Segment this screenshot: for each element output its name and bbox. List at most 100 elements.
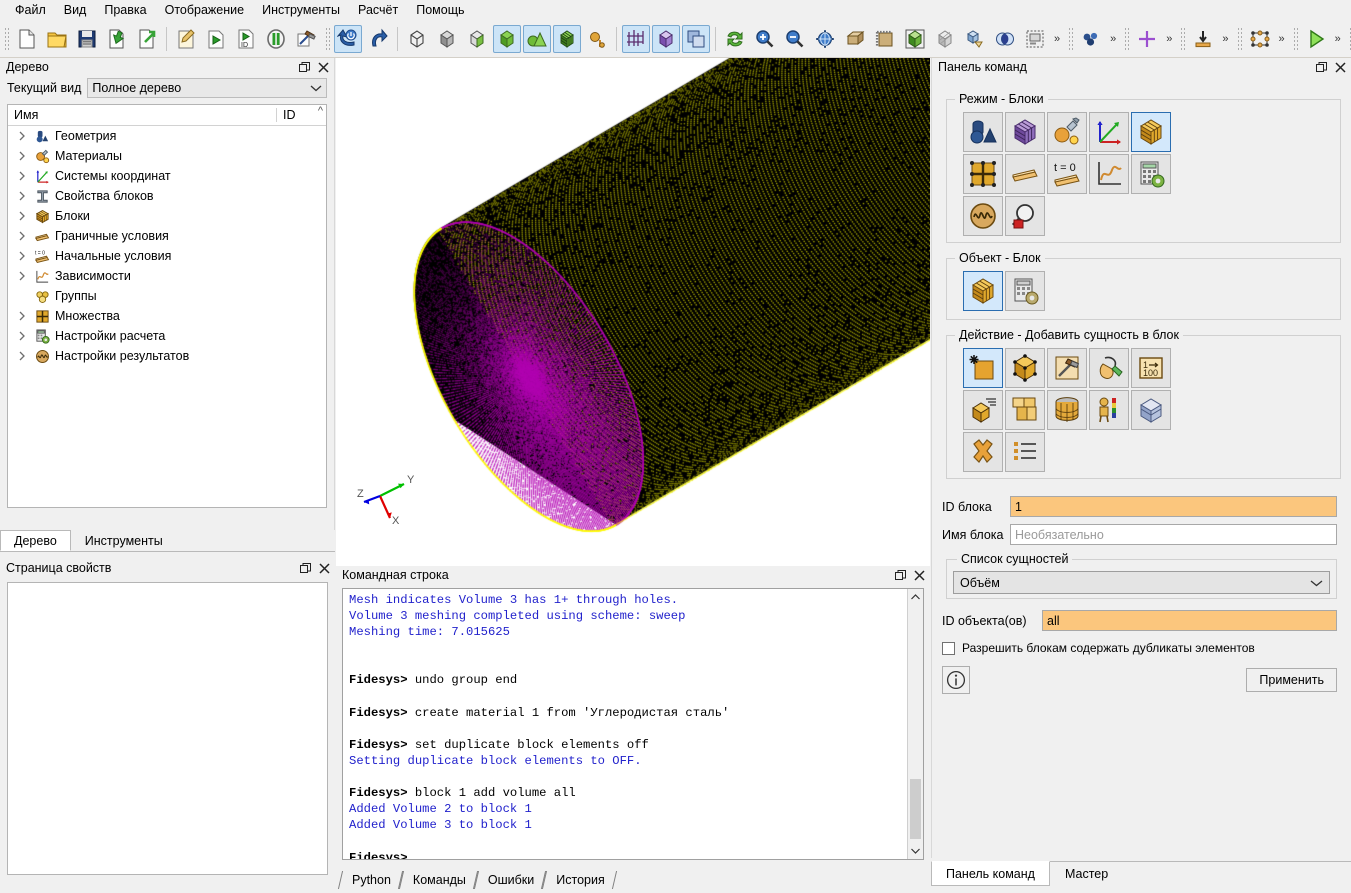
- command-panel-close-icon[interactable]: [1332, 60, 1348, 75]
- toolbar-overflow-2[interactable]: »: [1106, 33, 1120, 45]
- toolbar-grip-3[interactable]: [1067, 26, 1074, 52]
- chevron-right-icon[interactable]: [18, 251, 32, 261]
- section-cube-icon[interactable]: [901, 25, 929, 53]
- chevron-right-icon[interactable]: [18, 331, 32, 341]
- current-view-combo[interactable]: Полное дерево: [87, 78, 327, 98]
- tree-panel-float-icon[interactable]: [296, 60, 312, 75]
- tree-item-5[interactable]: Блоки: [8, 206, 326, 226]
- mesh-cube-icon[interactable]: [553, 25, 581, 53]
- tab-commands[interactable]: Команды: [401, 871, 476, 889]
- groups-icon[interactable]: [1077, 25, 1105, 53]
- ghost-cube-icon[interactable]: [931, 25, 959, 53]
- load-down-icon[interactable]: [1189, 25, 1217, 53]
- mode-button-material[interactable]: [1047, 112, 1087, 152]
- scrollbar-thumb[interactable]: [910, 779, 921, 839]
- zoom-out-icon[interactable]: [781, 25, 809, 53]
- action-button-color-block[interactable]: [1089, 390, 1129, 430]
- action-button-list-blocks[interactable]: [1005, 432, 1045, 472]
- geometry-primitives-icon[interactable]: [523, 25, 551, 53]
- new-file-icon[interactable]: [13, 25, 41, 53]
- menu-display[interactable]: Отображение: [156, 1, 253, 19]
- chevron-right-icon[interactable]: [18, 311, 32, 321]
- smooth-shade-cube-icon[interactable]: [433, 25, 461, 53]
- venn-icon[interactable]: [991, 25, 1019, 53]
- property-page-content[interactable]: [7, 582, 328, 875]
- tree-column-name[interactable]: Имя: [8, 108, 276, 122]
- globe-rotate-icon[interactable]: [811, 25, 839, 53]
- mode-button-mesh[interactable]: [1005, 112, 1045, 152]
- block-id-input[interactable]: 1: [1010, 496, 1337, 517]
- action-button-cylinder[interactable]: [1047, 390, 1087, 430]
- action-button-renumber[interactable]: 1 100: [1131, 348, 1171, 388]
- tree-item-12[interactable]: Настройки результатов: [8, 346, 326, 366]
- chevron-right-icon[interactable]: [18, 231, 32, 241]
- menu-file[interactable]: Файл: [6, 1, 55, 19]
- undo-icon[interactable]: [364, 25, 392, 53]
- tab-errors[interactable]: Ошибки: [476, 871, 544, 889]
- mode-button-geometry[interactable]: [963, 112, 1003, 152]
- import-icon[interactable]: [103, 25, 131, 53]
- tree-item-1[interactable]: Геометрия: [8, 126, 326, 146]
- tree-item-8[interactable]: Зависимости: [8, 266, 326, 286]
- toolbar-grip-4[interactable]: [1123, 26, 1130, 52]
- mode-button-coordinate-system[interactable]: [1089, 112, 1129, 152]
- action-button-element-type[interactable]: [1005, 348, 1045, 388]
- command-line-close-icon[interactable]: [911, 568, 927, 583]
- mode-button-boundary-conditions[interactable]: [1005, 154, 1045, 194]
- play-journal-icon[interactable]: [202, 25, 230, 53]
- build-icon[interactable]: [292, 25, 320, 53]
- tree-panel-close-icon[interactable]: [315, 60, 331, 75]
- toolbar-overflow-3[interactable]: »: [1162, 33, 1176, 45]
- tree-item-10[interactable]: Множества: [8, 306, 326, 326]
- mode-button-dependencies[interactable]: [1089, 154, 1129, 194]
- mode-button-blocks[interactable]: [1131, 112, 1171, 152]
- duplicate-elements-row[interactable]: Разрешить блокам содержать дубликаты эле…: [942, 641, 1337, 655]
- property-panel-float-icon[interactable]: [297, 561, 313, 576]
- menu-calculation[interactable]: Расчёт: [349, 1, 407, 19]
- ruler-icon[interactable]: [871, 25, 899, 53]
- screenshot-icon[interactable]: [1021, 25, 1049, 53]
- pause-icon[interactable]: [262, 25, 290, 53]
- scroll-down-arrow-icon[interactable]: [908, 843, 923, 859]
- toolbar-grip-5[interactable]: [1179, 26, 1186, 52]
- tree-column-id[interactable]: ID ^: [276, 108, 326, 122]
- action-button-add-entity[interactable]: [963, 348, 1003, 388]
- console-output-area[interactable]: Mesh indicates Volume 3 has 1+ through h…: [342, 588, 924, 860]
- export-icon[interactable]: [133, 25, 161, 53]
- menu-tools[interactable]: Инструменты: [253, 1, 349, 19]
- zoom-in-icon[interactable]: [751, 25, 779, 53]
- tab-command-panel[interactable]: Панель команд: [931, 861, 1050, 886]
- tree-item-4[interactable]: Свойства блоков: [8, 186, 326, 206]
- tree-item-6[interactable]: Граничные условия: [8, 226, 326, 246]
- refresh-icon[interactable]: [721, 25, 749, 53]
- chevron-right-icon[interactable]: [18, 131, 32, 141]
- action-button-build[interactable]: [1047, 348, 1087, 388]
- tree-view[interactable]: Имя ID ^ Геометрия Материалы Системы коорд…: [7, 104, 327, 508]
- tab-python[interactable]: Python: [340, 871, 401, 889]
- composite-icon[interactable]: [583, 25, 611, 53]
- save-icon[interactable]: [73, 25, 101, 53]
- mode-button-calc-settings[interactable]: [1131, 154, 1171, 194]
- menu-edit[interactable]: Правка: [95, 1, 155, 19]
- open-folder-icon[interactable]: [43, 25, 71, 53]
- id-journal-icon[interactable]: ID: [232, 25, 260, 53]
- tree-item-11[interactable]: Настройки расчета: [8, 326, 326, 346]
- constraint-icon[interactable]: [1246, 25, 1274, 53]
- entity-type-select[interactable]: Объём: [953, 571, 1330, 594]
- action-button-block-order[interactable]: [963, 390, 1003, 430]
- chevron-right-icon[interactable]: [18, 151, 32, 161]
- mode-button-inspect[interactable]: [1005, 196, 1045, 236]
- object-button-block[interactable]: [963, 271, 1003, 311]
- tab-wizard[interactable]: Мастер: [1050, 862, 1123, 886]
- mode-button-results[interactable]: [963, 196, 1003, 236]
- menu-help[interactable]: Помощь: [407, 1, 473, 19]
- duplicate-elements-checkbox[interactable]: [942, 642, 955, 655]
- mode-button-sets[interactable]: [963, 154, 1003, 194]
- tree-item-2[interactable]: Материалы: [8, 146, 326, 166]
- chevron-right-icon[interactable]: [18, 171, 32, 181]
- solid-cube-icon[interactable]: [493, 25, 521, 53]
- command-panel-float-icon[interactable]: [1313, 60, 1329, 75]
- chevron-right-icon[interactable]: [18, 211, 32, 221]
- toolbar-overflow-5[interactable]: »: [1275, 33, 1289, 45]
- block-name-input[interactable]: Необязательно: [1010, 524, 1337, 545]
